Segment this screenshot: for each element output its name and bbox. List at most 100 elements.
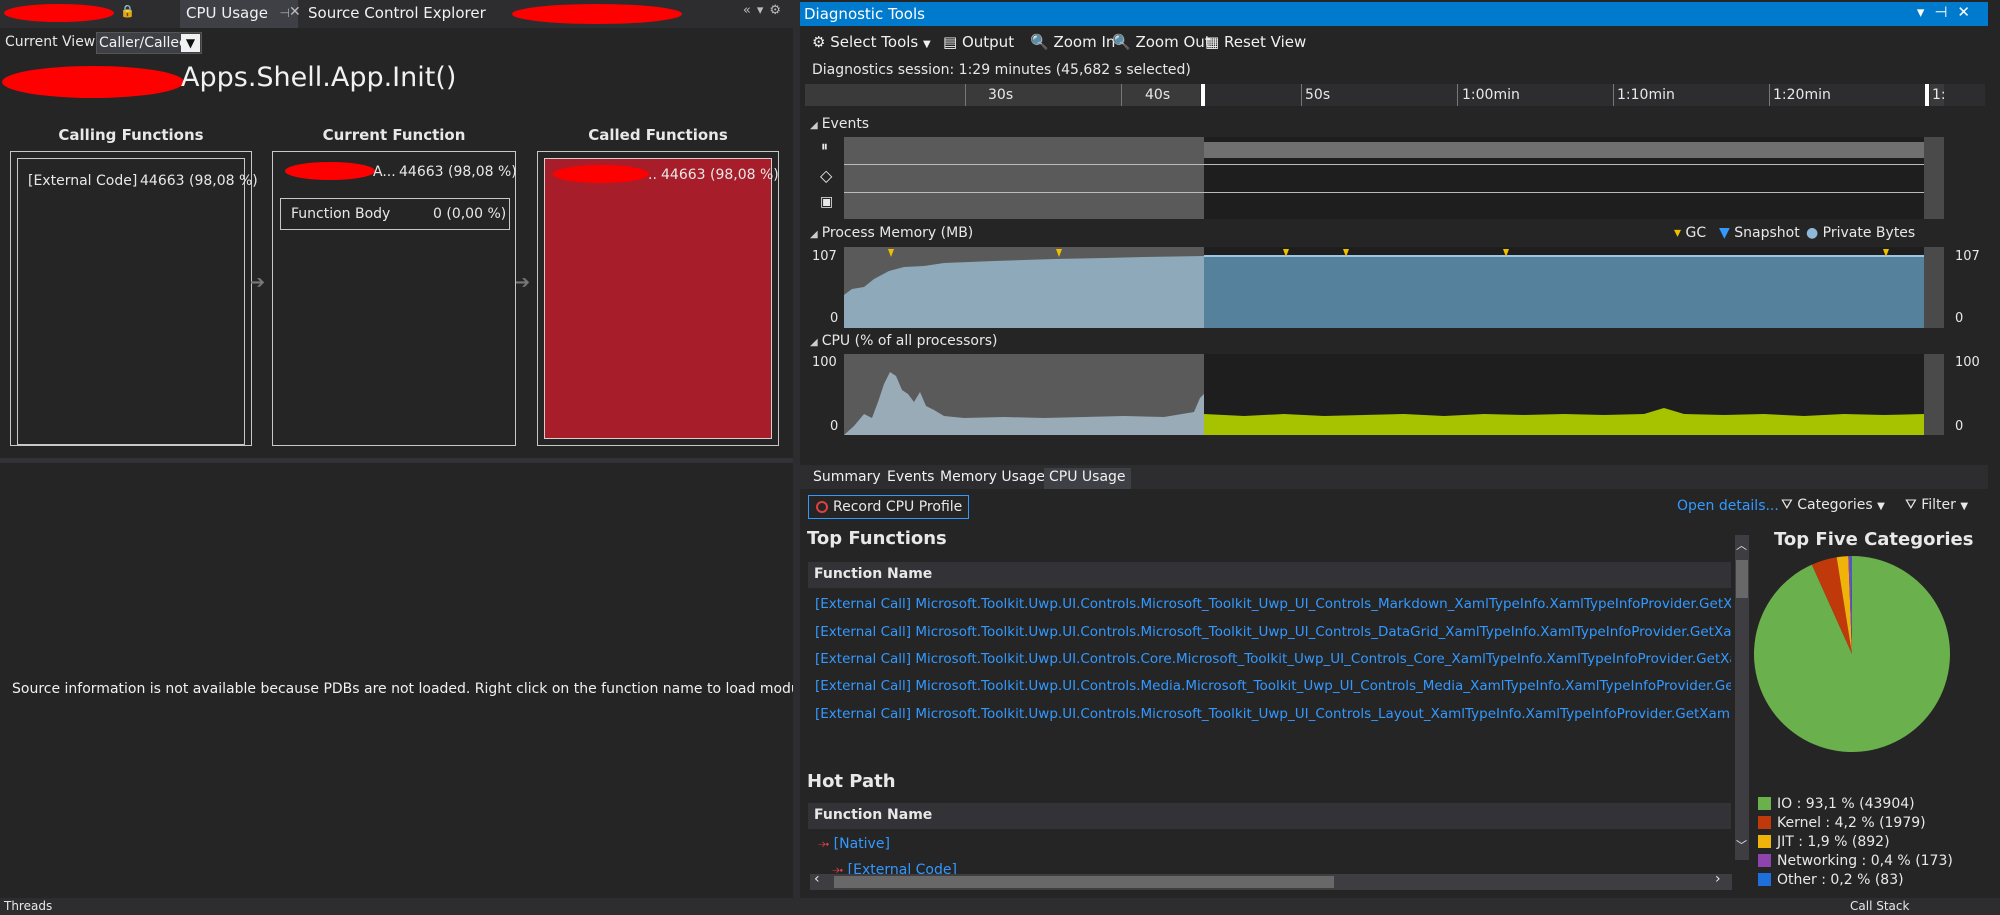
call-stack-tab[interactable]: Call Stack: [1850, 899, 1909, 913]
tab-source-control-explorer[interactable]: Source Control Explorer: [302, 0, 492, 28]
calling-function-name: [External Code]: [28, 173, 138, 189]
collapse-icon: ◢: [810, 120, 818, 131]
camera-icon: ▣: [820, 194, 834, 210]
zoom-out-button[interactable]: 🔍 Zoom Out: [1112, 33, 1211, 51]
current-view-value: Caller/Callee: [99, 35, 188, 51]
categories-button[interactable]: ⛛ Categories ▼: [1781, 497, 1885, 513]
snapshot-icon: ▼: [1719, 225, 1730, 241]
zoom-out-icon: 🔍: [1112, 33, 1131, 51]
category-legend-item: IO : 93,1 % (43904): [1758, 796, 1915, 812]
pane-splitter[interactable]: [0, 458, 793, 463]
zoom-in-button[interactable]: 🔍 Zoom In: [1030, 33, 1115, 51]
top-function-row[interactable]: [External Call] Microsoft.Toolkit.Uwp.UI…: [815, 624, 1731, 640]
hot-path-column-header[interactable]: Function Name: [808, 803, 1731, 829]
memory-ymax-right: 107: [1955, 249, 1980, 264]
cpu-ymin-right: 0: [1955, 419, 1964, 434]
funnel-icon: ⛛: [1781, 497, 1793, 513]
lane-divider: [844, 164, 1944, 165]
memory-ymin: 0: [830, 311, 839, 326]
legend-label: Kernel : 4,2 % (1979): [1777, 815, 1926, 831]
called-function-item[interactable]: .. 44663 (98,08 %): [544, 158, 779, 439]
redacted-namespace: [2, 66, 184, 98]
calling-function-item[interactable]: [External Code] 44663 (98,08 %): [17, 158, 258, 445]
filter-button[interactable]: ⛛ Filter ▼: [1905, 497, 1968, 513]
cpu-section-header[interactable]: ◢ CPU (% of all processors): [810, 333, 997, 349]
unselected-range: [1924, 137, 1944, 219]
reset-view-button[interactable]: ▦ Reset View: [1205, 33, 1306, 51]
top-function-row[interactable]: [External Call] Microsoft.Toolkit.Uwp.UI…: [815, 651, 1731, 667]
events-section-header[interactable]: ◢ Events: [810, 116, 869, 132]
function-body-value: 0 (0,00 %): [433, 206, 507, 222]
close-icon[interactable]: ✕: [289, 4, 301, 20]
hot-path-flame-icon: ⤞: [832, 862, 844, 874]
horizontal-scrollbar[interactable]: ‹ ›: [810, 871, 1732, 890]
diagnostic-toolbar: ⚙ Select Tools ▼ ▤ Output 🔍 Zoom In 🔍 Zo…: [800, 28, 1988, 58]
function-body-name: Function Body: [291, 206, 391, 222]
timeline-ruler[interactable]: 30s 40s 50s 1:00min 1:10min 1:20min 1:: [805, 84, 1985, 106]
record-cpu-profile-button[interactable]: Record CPU Profile: [808, 495, 970, 519]
top-function-row[interactable]: [External Call] Microsoft.Toolkit.Uwp.UI…: [815, 706, 1731, 722]
lane-divider: [844, 192, 1944, 193]
legend-snapshot: ▼ Snapshot: [1719, 225, 1800, 241]
tab-events[interactable]: Events: [882, 468, 939, 489]
scroll-up-icon[interactable]: ︿: [1736, 537, 1747, 553]
output-icon: ▤: [943, 33, 958, 51]
cpu-usage-pane: 🔒 CPU Usage ⊣ ✕ Source Control Explorer …: [0, 0, 879, 898]
event-bar: [1204, 142, 1924, 158]
memory-section-header[interactable]: ◢ Process Memory (MB): [810, 225, 973, 241]
current-view-select[interactable]: Caller/Callee ▼: [96, 32, 202, 54]
selection-handle-left[interactable]: [1201, 84, 1205, 106]
events-graph[interactable]: [844, 137, 1944, 219]
current-view-label: Current View:: [5, 34, 100, 50]
tab-summary[interactable]: Summary: [808, 468, 886, 489]
tab-memory-usage[interactable]: Memory Usage: [935, 468, 1050, 489]
hot-path-row[interactable]: ⤞ [External Code]: [832, 862, 957, 874]
legend-snapshot-label: Snapshot: [1734, 225, 1800, 241]
tab-overflow-icon[interactable]: «▾⚙: [743, 3, 787, 18]
top-functions-column-header[interactable]: Function Name: [808, 562, 1731, 588]
categories-label: Categories: [1797, 497, 1873, 513]
ruler-tick: [1301, 84, 1302, 106]
select-tools-button[interactable]: ⚙ Select Tools ▼: [812, 33, 931, 51]
legend-swatch: [1758, 797, 1771, 810]
legend-private-bytes: ● Private Bytes: [1806, 225, 1915, 241]
unselected-range: [1924, 354, 1944, 435]
tab-cpu-usage[interactable]: CPU Usage ⊣: [180, 0, 298, 28]
category-legend-item: Other : 0,2 % (83): [1758, 872, 1904, 888]
scroll-left-icon[interactable]: ‹: [814, 871, 820, 887]
function-body-item[interactable]: Function Body 0 (0,00 %): [280, 198, 510, 230]
legend-gc: ▾ GC: [1674, 225, 1706, 241]
output-button[interactable]: ▤ Output: [943, 33, 1014, 51]
diamond-icon: ◇: [820, 166, 833, 185]
threads-tab[interactable]: Threads: [4, 899, 52, 913]
hot-path-row[interactable]: ⤞ [Native]: [818, 836, 890, 852]
top-function-row[interactable]: [External Call] Microsoft.Toolkit.Uwp.UI…: [815, 596, 1731, 612]
tab-cpu-usage-detail[interactable]: CPU Usage: [1044, 468, 1131, 489]
memory-graph[interactable]: [844, 247, 1944, 328]
cpu-graph[interactable]: [844, 354, 1944, 435]
top-function-row[interactable]: [External Call] Microsoft.Toolkit.Uwp.UI…: [815, 678, 1731, 694]
cpu-ymin: 0: [830, 419, 839, 434]
open-details-link[interactable]: Open details...: [1677, 498, 1779, 514]
memory-plot: [844, 247, 1944, 328]
cpu-ymax: 100: [812, 355, 837, 370]
scroll-thumb[interactable]: [834, 876, 1334, 888]
output-label: Output: [961, 33, 1015, 51]
legend-label: JIT : 1,9 % (892): [1777, 834, 1890, 850]
ruler-tick-label: 1:: [1932, 87, 1946, 103]
scroll-thumb[interactable]: [1736, 560, 1748, 598]
scroll-right-icon[interactable]: ›: [1715, 871, 1721, 887]
collapse-icon: ◢: [810, 229, 818, 240]
gc-marker-icon: ▾: [1674, 225, 1682, 241]
vertical-scrollbar[interactable]: ︿ ﹀: [1735, 535, 1749, 860]
cpu-plot: [844, 354, 1944, 435]
document-tab-strip: 🔒 CPU Usage ⊣ ✕ Source Control Explorer …: [0, 0, 793, 28]
window-divider[interactable]: [793, 0, 800, 898]
selection-handle-right[interactable]: [1925, 84, 1929, 106]
collapse-icon: ◢: [810, 337, 818, 348]
legend-swatch: [1758, 873, 1771, 886]
scroll-down-icon[interactable]: ﹀: [1736, 837, 1747, 853]
record-icon: [816, 501, 828, 513]
window-controls-icon[interactable]: ▾⊣✕: [1917, 3, 1980, 21]
memory-ymax: 107: [812, 249, 837, 264]
